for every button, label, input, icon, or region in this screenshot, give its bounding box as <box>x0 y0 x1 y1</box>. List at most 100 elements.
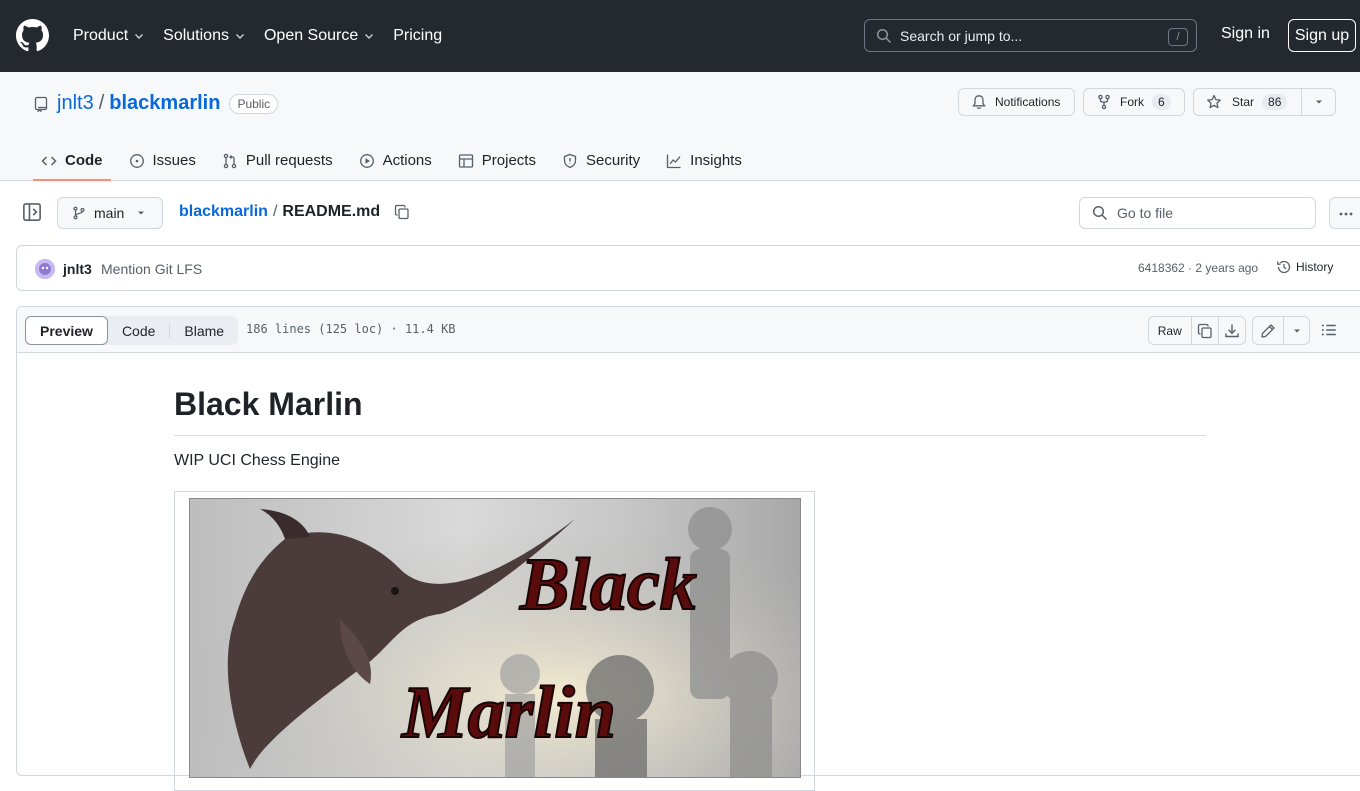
nav-product[interactable]: Product <box>73 27 145 45</box>
star-button[interactable]: Star 86 <box>1194 89 1303 115</box>
more-options-button[interactable] <box>1329 197 1360 229</box>
pencil-icon <box>1261 323 1275 338</box>
triangle-down-icon <box>1293 329 1300 332</box>
breadcrumb-repo-link[interactable]: blackmarlin <box>179 203 268 221</box>
avatar[interactable] <box>35 259 55 279</box>
commit-author[interactable]: jnlt3 <box>63 261 92 277</box>
tab-pull-requests[interactable]: Pull requests <box>214 140 341 181</box>
latest-commit-bar: jnlt3 Mention Git LFS 6418362 · 2 years … <box>16 245 1360 291</box>
repo-tabs: Code Issues Pull requests Actions Projec… <box>33 140 760 181</box>
breadcrumb: blackmarlin / README.md <box>179 203 410 221</box>
raw-copy-download-group: Raw <box>1148 316 1246 345</box>
table-icon <box>458 153 473 168</box>
readme-image-link[interactable]: Black Marlin <box>174 491 815 791</box>
tab-security[interactable]: Security <box>554 140 648 181</box>
pull-request-icon <box>223 153 237 168</box>
file-viewer-header: Preview Code Blame 186 lines (125 loc) ·… <box>17 307 1360 353</box>
blame-button[interactable]: Blame <box>170 316 238 345</box>
download-button[interactable] <box>1218 317 1245 344</box>
nav-solutions[interactable]: Solutions <box>163 27 246 45</box>
nav-solutions-label: Solutions <box>163 27 229 44</box>
history-label: History <box>1296 260 1334 274</box>
commit-sha-and-time[interactable]: 6418362 · 2 years ago <box>1138 261 1258 275</box>
star-list-dropdown[interactable] <box>1302 89 1335 115</box>
repo-name-link[interactable]: blackmarlin <box>109 92 220 115</box>
preview-button[interactable]: Preview <box>25 316 108 345</box>
copy-raw-button[interactable] <box>1190 317 1219 344</box>
global-header: Product Solutions Open Source Pricing Se… <box>0 0 1360 72</box>
graph-icon <box>667 154 681 168</box>
tab-issues-label: Issues <box>152 152 196 169</box>
fork-count: 6 <box>1152 94 1171 110</box>
go-to-file-placeholder: Go to file <box>1117 205 1174 221</box>
tab-pull-requests-label: Pull requests <box>245 152 333 169</box>
chevron-down-icon <box>365 34 374 39</box>
search-icon <box>1092 205 1108 221</box>
issue-icon <box>129 153 144 168</box>
play-icon <box>359 153 374 168</box>
branch-name: main <box>94 205 125 221</box>
tab-security-label: Security <box>585 152 641 169</box>
nav-pricing[interactable]: Pricing <box>393 27 442 45</box>
breadcrumb-file-name: README.md <box>282 203 381 220</box>
outline-button[interactable] <box>1320 321 1338 339</box>
banner-artwork-icon: Black Marlin <box>190 499 800 777</box>
sidebar-toggle-button[interactable] <box>22 202 42 222</box>
history-icon <box>1277 260 1291 274</box>
star-label: Star <box>1232 95 1255 109</box>
kebab-horizontal-icon <box>1339 212 1353 216</box>
notifications-button[interactable]: Notifications <box>958 88 1075 116</box>
tab-issues[interactable]: Issues <box>121 140 204 181</box>
copy-icon <box>1197 323 1212 338</box>
file-viewer: Preview Code Blame 186 lines (125 loc) ·… <box>16 306 1360 791</box>
notifications-label: Notifications <box>995 95 1061 109</box>
tab-actions[interactable]: Actions <box>351 140 440 181</box>
commit-message[interactable]: Mention Git LFS <box>101 261 202 277</box>
fork-icon <box>1098 94 1110 110</box>
triangle-down-icon <box>1315 100 1322 104</box>
readme-title: Black Marlin <box>174 367 1206 436</box>
tab-insights[interactable]: Insights <box>658 140 750 181</box>
readme-subtitle: WIP UCI Chess Engine <box>174 452 340 469</box>
go-to-file-input[interactable]: Go to file <box>1079 197 1316 229</box>
view-mode-toggle: Preview Code Blame <box>25 316 239 345</box>
raw-button[interactable]: Raw <box>1149 317 1191 344</box>
global-search-input[interactable]: Search or jump to... / <box>864 19 1197 52</box>
repo-header: jnlt3 / blackmarlin Public Notifications… <box>0 72 1360 181</box>
tab-actions-label: Actions <box>382 152 432 169</box>
sign-up-button[interactable]: Sign up <box>1288 19 1356 52</box>
nav-product-label: Product <box>73 27 129 44</box>
branch-selector[interactable]: main <box>57 197 163 229</box>
edit-options-dropdown[interactable] <box>1283 317 1309 344</box>
copy-icon[interactable] <box>394 204 410 220</box>
banner-title-line1: Black <box>519 544 697 626</box>
sign-in-link[interactable]: Sign in <box>1221 25 1270 43</box>
breadcrumb-separator: / <box>272 203 278 220</box>
shield-icon <box>563 153 577 168</box>
tab-projects-label: Projects <box>481 152 536 169</box>
visibility-badge: Public <box>229 93 279 114</box>
chevron-down-icon <box>235 34 244 39</box>
nav-pricing-label: Pricing <box>393 27 443 44</box>
banner-title-line2: Marlin <box>401 672 616 754</box>
tab-projects[interactable]: Projects <box>450 140 544 181</box>
repo-title: jnlt3 / blackmarlin Public <box>33 92 279 115</box>
top-nav: Product Solutions Open Source Pricing <box>73 0 460 72</box>
nav-open-source-label: Open Source <box>263 27 359 44</box>
file-stats: 186 lines (125 loc) · 11.4 KB <box>246 322 456 336</box>
fork-button[interactable]: Fork 6 <box>1083 88 1185 116</box>
tab-code[interactable]: Code <box>33 140 111 181</box>
repo-icon <box>34 96 48 112</box>
avatar-identicon-icon <box>35 259 55 279</box>
search-placeholder: Search or jump to... <box>900 27 1023 44</box>
star-icon <box>1207 94 1221 109</box>
github-logo-icon[interactable] <box>16 19 49 52</box>
code-icon <box>41 155 57 166</box>
download-icon <box>1225 324 1239 337</box>
code-view-button[interactable]: Code <box>108 316 169 345</box>
nav-open-source[interactable]: Open Source <box>264 27 375 45</box>
repo-owner-link[interactable]: jnlt3 <box>57 92 94 115</box>
black-marlin-banner-image: Black Marlin <box>189 498 801 778</box>
history-button[interactable]: History <box>1276 259 1333 275</box>
edit-file-button[interactable] <box>1253 317 1283 344</box>
